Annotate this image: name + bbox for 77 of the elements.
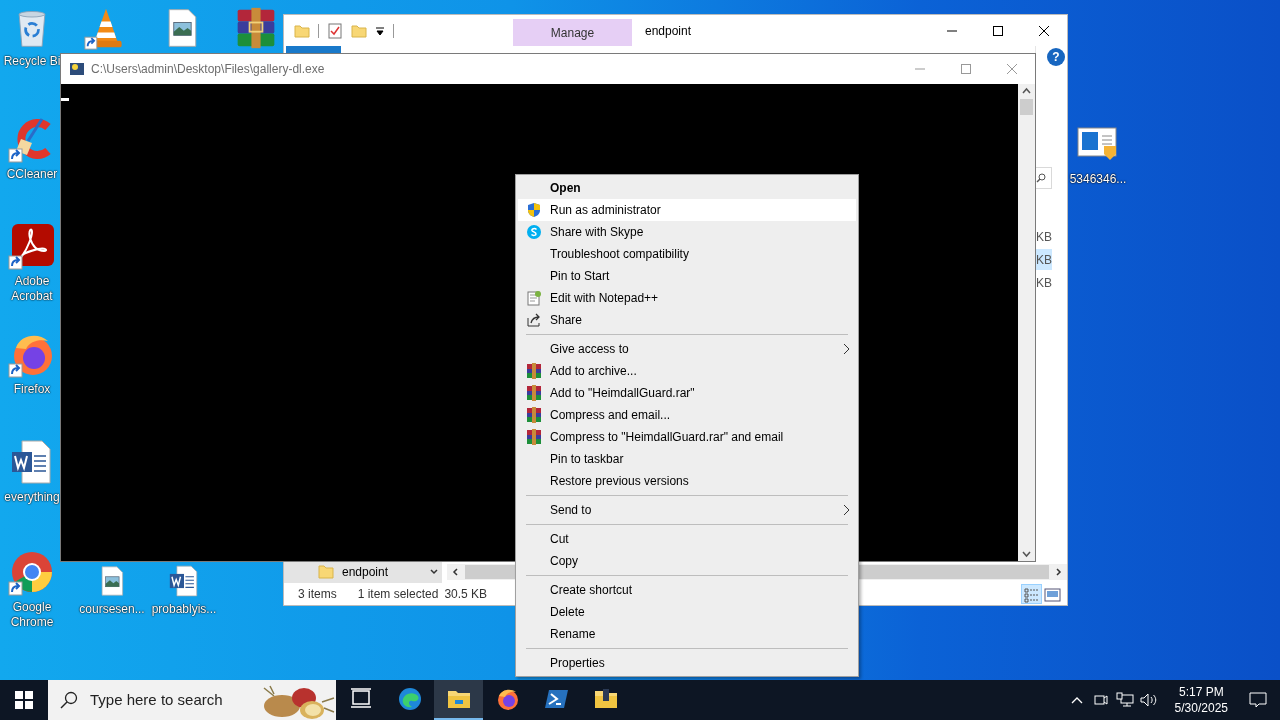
menu-item[interactable]: Copy: [518, 550, 856, 572]
chat-icon: [526, 224, 542, 240]
search-icon: [1036, 173, 1046, 183]
scrollbar[interactable]: [1018, 84, 1035, 561]
search-box[interactable]: Type here to search: [48, 680, 336, 720]
notification-icon: [1249, 692, 1267, 708]
status-text: 3 items: [298, 586, 337, 603]
menu-item[interactable]: Share with Skype: [518, 221, 856, 243]
ribbon-tab[interactable]: Manage: [513, 19, 632, 46]
table-cell: KB: [1036, 249, 1052, 270]
caret-icon[interactable]: [375, 25, 385, 36]
menu-item[interactable]: Restore previous versions: [518, 470, 856, 492]
close-icon: [1039, 25, 1049, 36]
window-title: endpoint: [645, 22, 692, 40]
menu-item[interactable]: Create shortcut: [518, 579, 856, 601]
volume-icon: [1139, 692, 1158, 708]
terminal-app-icon: [69, 61, 85, 77]
archive-icon: [526, 429, 542, 445]
menu-item[interactable]: Pin to Start: [518, 265, 856, 287]
status-text: 1 item selected: [357, 586, 439, 603]
menu-item[interactable]: Open: [518, 177, 856, 199]
maximize-icon: [961, 64, 971, 74]
nav-item[interactable]: endpoint: [284, 561, 426, 583]
scrollbar-thumb[interactable]: [1020, 99, 1033, 115]
menu-item[interactable]: Compress to "HeimdallGuard.rar" and email: [518, 426, 856, 448]
clock[interactable]: 5:17 PM 5/30/2025: [1166, 684, 1236, 716]
menu-item[interactable]: Pin to taskbar: [518, 448, 856, 470]
status-text: 30.5 KB: [444, 586, 488, 603]
taskbar-button[interactable]: [434, 680, 483, 720]
search-icon: [60, 691, 78, 709]
table-cell-text: KB: [1036, 228, 1052, 246]
chevron-right-icon: [843, 504, 850, 516]
chevron-up-icon: [1070, 696, 1083, 704]
maximize-icon: [993, 25, 1003, 36]
window-title: C:\Users\admin\Desktop\Files\gallery-dl.exe: [91, 61, 325, 78]
task-view-icon: [348, 687, 373, 711]
browser-icon: [397, 687, 422, 711]
menu-item[interactable]: Properties: [518, 652, 856, 674]
chevron-left-icon: [452, 568, 458, 576]
details-view-icon: [1023, 585, 1040, 603]
menu-item[interactable]: Troubleshoot compatibility: [518, 243, 856, 265]
search-field[interactable]: Type here to search: [88, 687, 258, 713]
menu-item[interactable]: Run as administrator: [518, 199, 856, 221]
camera-icon: [1092, 692, 1109, 708]
menu-item[interactable]: Send to: [518, 499, 856, 521]
archive-icon: [526, 407, 542, 423]
four-panes-icon: [15, 691, 33, 709]
preview-view-icon: [1044, 585, 1061, 603]
chevron-right-icon: [843, 343, 850, 355]
menu-item[interactable]: Compress and email...: [518, 404, 856, 426]
menu-item[interactable]: Cut: [518, 528, 856, 550]
menu-item[interactable]: Share: [518, 309, 856, 331]
menu-item[interactable]: Give access to: [518, 338, 856, 360]
browser-icon: [495, 687, 520, 711]
archive-icon: [526, 385, 542, 401]
view-button[interactable]: [1021, 584, 1042, 604]
share-icon: [526, 312, 542, 328]
menu-item[interactable]: Edit with Notepad++: [518, 287, 856, 309]
chevron-down-icon: [430, 569, 438, 575]
table-cell-text: KB: [1036, 274, 1052, 292]
close-icon: [1007, 64, 1017, 74]
folder-icon: [593, 687, 618, 711]
dropdown-button[interactable]: [426, 561, 442, 583]
menu-item[interactable]: Add to archive...: [518, 360, 856, 382]
notepad-icon: [526, 290, 542, 306]
menu-item[interactable]: Rename: [518, 623, 856, 645]
folder-icon: [318, 565, 334, 579]
desktop-shortcut[interactable]: 5346346...: [1070, 120, 1126, 187]
menu-item[interactable]: Add to "HeimdallGuard.rar": [518, 382, 856, 404]
menu-item[interactable]: Delete: [518, 601, 856, 623]
help-button[interactable]: ?: [1047, 48, 1065, 66]
archive-icon: [526, 363, 542, 379]
chevron-right-icon: [1056, 568, 1062, 576]
network-icon: [1115, 692, 1134, 708]
shield-icon: [526, 202, 542, 218]
checklist-icon[interactable]: [327, 22, 343, 39]
terminal-icon: [544, 687, 569, 711]
